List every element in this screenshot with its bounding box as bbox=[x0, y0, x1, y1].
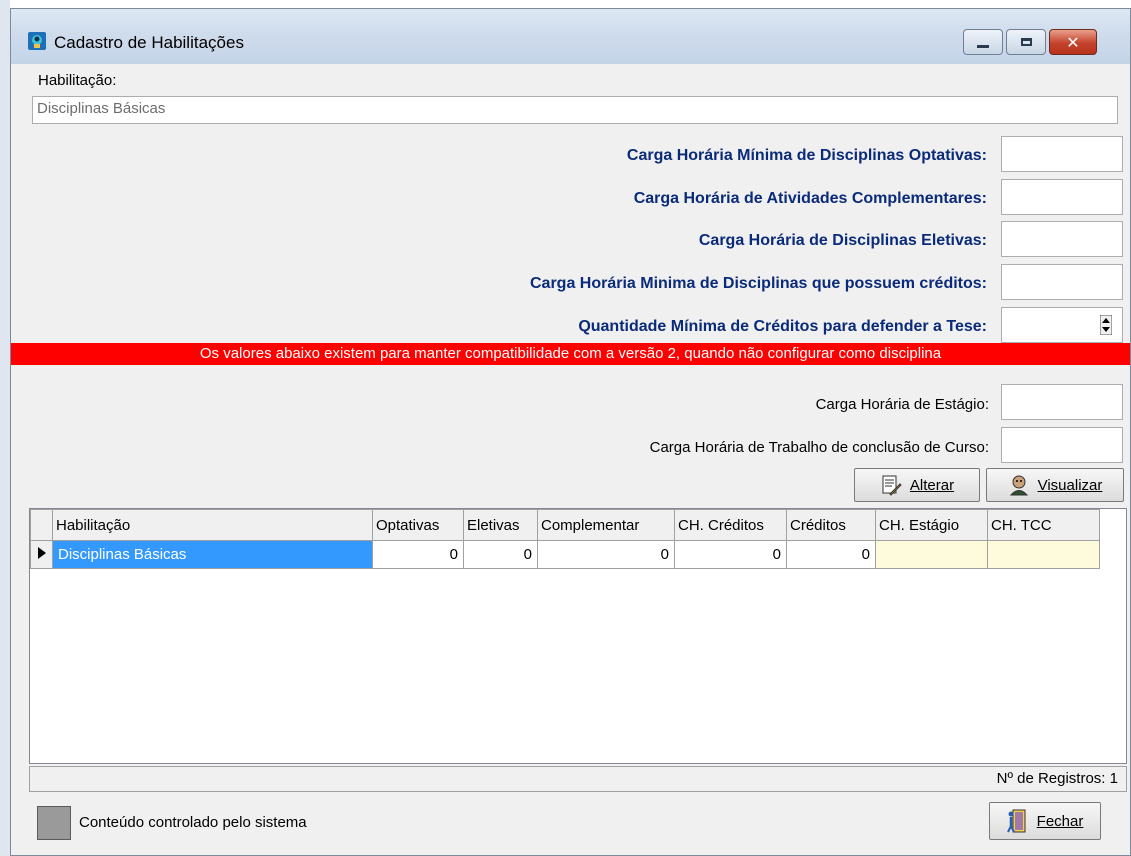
row-indicator bbox=[30, 540, 53, 569]
visualizar-button[interactable]: Visualizar bbox=[986, 468, 1124, 502]
tcc-input[interactable] bbox=[1001, 427, 1123, 463]
main-window: Cadastro de Habilitações ✕ Habilitação: … bbox=[10, 8, 1131, 856]
window-title: Cadastro de Habilitações bbox=[54, 33, 244, 52]
cell-creditos[interactable]: 0 bbox=[786, 540, 876, 569]
col-ch-tcc[interactable]: CH. TCC bbox=[987, 509, 1100, 541]
optativas-input[interactable] bbox=[1001, 136, 1123, 172]
cell-ch-estagio[interactable] bbox=[875, 540, 988, 569]
col-ch-estagio[interactable]: CH. Estágio bbox=[875, 509, 988, 541]
col-optativas[interactable]: Optativas bbox=[372, 509, 464, 541]
habilitacao-label: Habilitação: bbox=[38, 72, 117, 89]
col-complementar[interactable]: Complementar bbox=[537, 509, 675, 541]
creditos-tese-label: Quantidade Mínima de Créditos para defen… bbox=[578, 318, 987, 335]
spin-arrows-icon bbox=[1100, 315, 1112, 335]
eletivas-input[interactable] bbox=[1001, 221, 1123, 257]
system-controlled-swatch bbox=[37, 806, 71, 840]
table-row[interactable]: Disciplinas Básicas 0 0 0 0 0 bbox=[30, 540, 1100, 569]
optativas-label: Carga Horária Mínima de Disciplinas Opta… bbox=[626, 147, 987, 164]
minimize-icon bbox=[977, 44, 989, 48]
col-ch-creditos[interactable]: CH. Créditos bbox=[674, 509, 787, 541]
system-controlled-label: Conteúdo controlado pelo sistema bbox=[79, 814, 307, 831]
minimize-button[interactable] bbox=[963, 29, 1003, 55]
complementares-label: Carga Horária de Atividades Complementar… bbox=[633, 190, 987, 207]
col-habilitacao[interactable]: Habilitação bbox=[52, 509, 373, 541]
cell-optativas[interactable]: 0 bbox=[372, 540, 464, 569]
complementares-input[interactable] bbox=[1001, 179, 1123, 215]
desktop-background bbox=[0, 0, 10, 856]
close-icon: ✕ bbox=[1066, 32, 1080, 52]
cell-complementar[interactable]: 0 bbox=[537, 540, 675, 569]
habilitacoes-grid[interactable]: Habilitação Optativas Eletivas Complemen… bbox=[29, 508, 1127, 764]
maximize-icon bbox=[1020, 38, 1032, 46]
records-statusbar: Nº de Registros: 1 bbox=[29, 766, 1127, 792]
cell-habilitacao[interactable]: Disciplinas Básicas bbox=[52, 540, 373, 569]
close-button[interactable]: ✕ bbox=[1049, 29, 1097, 55]
creditos-ch-label: Carga Horária Minima de Disciplinas que … bbox=[529, 275, 987, 292]
person-view-icon bbox=[1009, 475, 1028, 496]
form-content: Habilitação: Disciplinas Básicas Carga H… bbox=[11, 64, 1130, 855]
edit-document-icon bbox=[882, 475, 902, 496]
fechar-button[interactable]: Fechar bbox=[989, 802, 1101, 840]
creditos-spinner[interactable] bbox=[1097, 311, 1115, 339]
fechar-label: Fechar bbox=[1036, 812, 1084, 830]
maximize-button[interactable] bbox=[1006, 29, 1046, 55]
cell-ch-tcc[interactable] bbox=[987, 540, 1100, 569]
estagio-label: Carga Horária de Estágio: bbox=[815, 396, 989, 413]
habilitacao-input[interactable]: Disciplinas Básicas bbox=[32, 96, 1118, 124]
current-row-arrow-icon bbox=[37, 546, 46, 559]
app-icon bbox=[28, 32, 46, 50]
col-creditos[interactable]: Créditos bbox=[786, 509, 876, 541]
alterar-button[interactable]: Alterar bbox=[854, 468, 980, 502]
cell-ch-creditos[interactable]: 0 bbox=[674, 540, 787, 569]
grid-table: Habilitação Optativas Eletivas Complemen… bbox=[30, 509, 1100, 569]
tcc-label: Carga Horária de Trabalho de conclusão d… bbox=[649, 439, 989, 456]
cell-eletivas[interactable]: 0 bbox=[463, 540, 538, 569]
compatibility-warning: Os valores abaixo existem para manter co… bbox=[11, 343, 1130, 365]
visualizar-label: Visualizar bbox=[1037, 476, 1103, 494]
creditos-ch-input[interactable] bbox=[1001, 264, 1123, 300]
eletivas-label: Carga Horária de Disciplinas Eletivas: bbox=[698, 232, 987, 249]
records-count: Nº de Registros: 1 bbox=[996, 770, 1118, 787]
exit-door-icon bbox=[1006, 809, 1026, 833]
grid-header: Habilitação Optativas Eletivas Complemen… bbox=[30, 509, 1100, 541]
header-indicator bbox=[30, 509, 53, 541]
col-eletivas[interactable]: Eletivas bbox=[463, 509, 538, 541]
alterar-label: Alterar bbox=[909, 476, 955, 494]
estagio-input[interactable] bbox=[1001, 384, 1123, 420]
title-bar[interactable]: Cadastro de Habilitações ✕ bbox=[11, 9, 1130, 64]
